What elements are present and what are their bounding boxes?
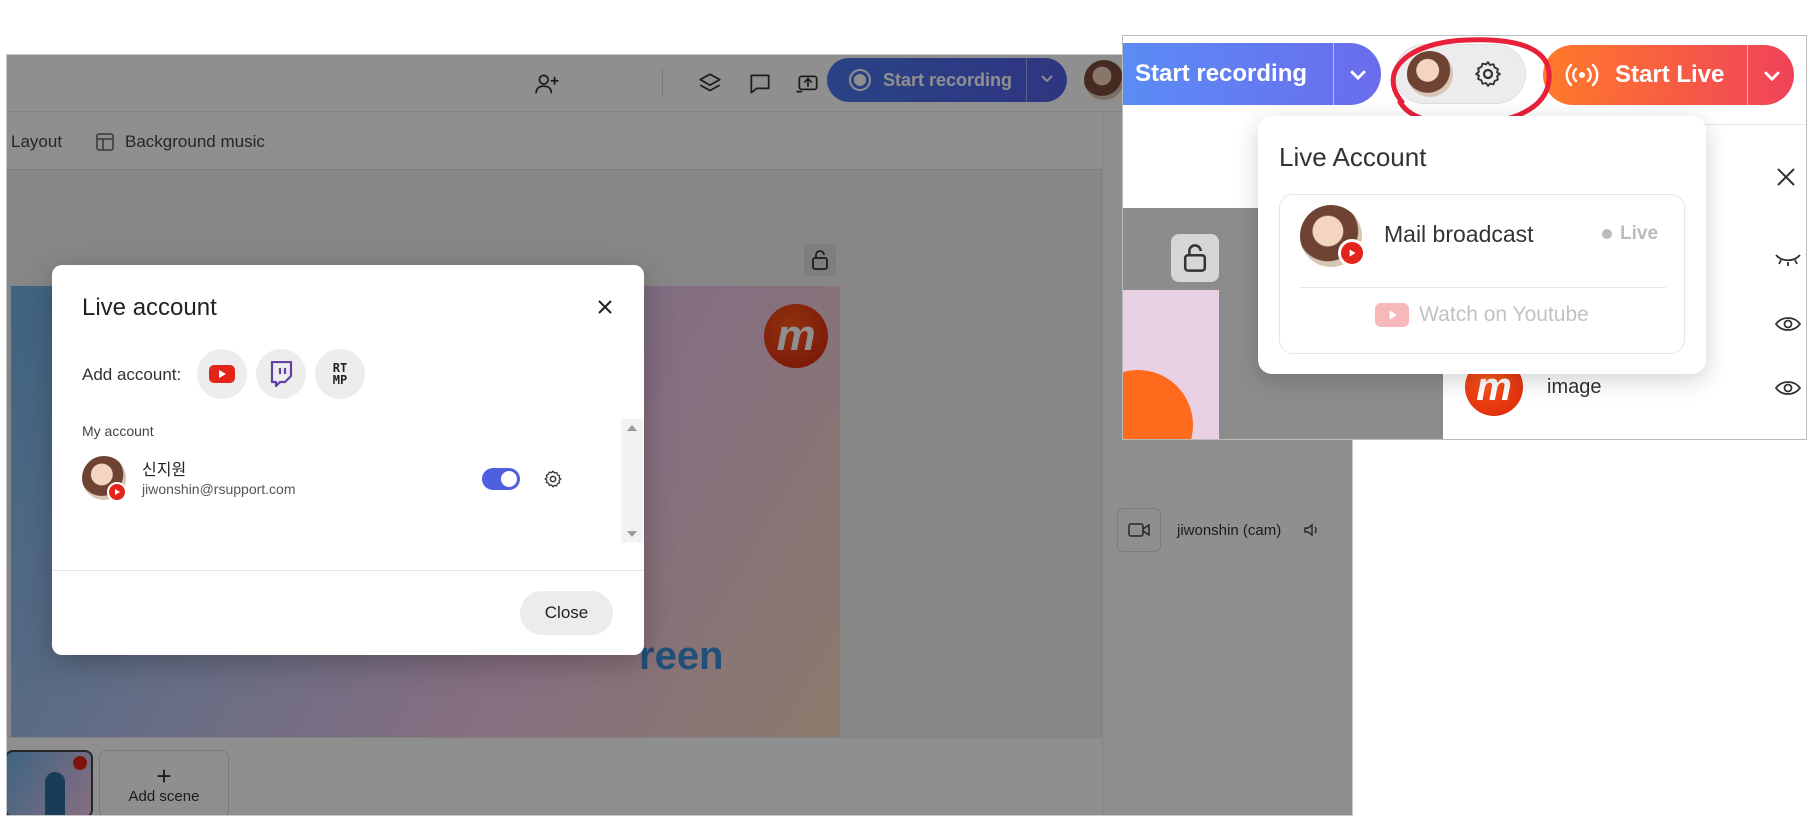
broadcast-icon [1565,63,1599,87]
rtmp-label-text: RT MP [332,361,348,387]
watch-on-youtube-label: Watch on Youtube [1419,303,1589,326]
rtmp-label: RT MP [333,362,347,386]
card-divider [1300,287,1666,288]
youtube-icon [1375,303,1410,327]
add-youtube-button[interactable] [197,349,247,399]
my-account-label: My account [82,423,154,439]
live-status-text: Live [1620,223,1659,244]
chevron-down-icon[interactable] [1347,63,1369,85]
lock-icon[interactable] [1171,234,1219,282]
account-row: 신지원 jiwonshin@rsupport.com [82,456,562,504]
live-account-popover: Live Account Mail broadcast Live Watch o… [1258,116,1706,374]
eye-closed-icon[interactable] [1774,249,1802,269]
start-live-button[interactable]: Start Live [1543,45,1794,105]
add-rtmp-button[interactable]: RT MP [315,349,365,399]
eye-icon[interactable] [1774,314,1802,334]
broadcast-name: Mail broadcast [1384,221,1534,247]
screenshot-root: Start recording Layout Background music … [0,0,1816,823]
status-dot-icon [1602,229,1612,239]
watch-on-youtube-link[interactable]: Watch on Youtube [1280,303,1684,327]
close-button[interactable]: Close [520,591,613,635]
add-twitch-button[interactable] [256,349,306,399]
close-icon[interactable] [1773,164,1799,190]
account-name: 신지원 [142,462,187,479]
live-button-divider [1747,45,1748,105]
eye-icon[interactable] [1774,378,1802,398]
live-account-modal: Live account Add account: RT MP My accou… [52,265,644,655]
start-recording-label: Start recording [1135,60,1308,87]
youtube-badge-icon [107,482,127,502]
youtube-badge-icon [1338,239,1366,267]
stage-preview-fragment [1123,290,1219,439]
twitch-icon [270,361,293,387]
annotation-circle [1390,37,1552,127]
close-icon[interactable] [593,295,617,319]
image-source-label: image [1547,376,1602,398]
live-status-badge: Live [1602,223,1658,245]
modal-title: Live account [82,294,217,321]
youtube-icon [209,365,235,383]
popover-title: Live Account [1279,142,1427,172]
account-email: jiwonshin@rsupport.com [142,481,296,497]
account-list-scrollbar[interactable] [621,419,643,543]
start-recording-button[interactable]: Start recording [1123,43,1381,105]
broadcast-account-card[interactable]: Mail broadcast Live Watch on Youtube [1279,194,1685,354]
modal-divider [52,570,644,571]
zoomed-inset: m image Start recording Start Live Live … [1122,35,1807,440]
record-button-divider [1333,43,1334,105]
add-account-label: Add account: [82,365,182,384]
gear-icon[interactable] [543,469,563,489]
chevron-down-icon[interactable] [1761,64,1783,86]
account-toggle[interactable] [482,468,520,490]
start-live-label: Start Live [1615,61,1725,88]
